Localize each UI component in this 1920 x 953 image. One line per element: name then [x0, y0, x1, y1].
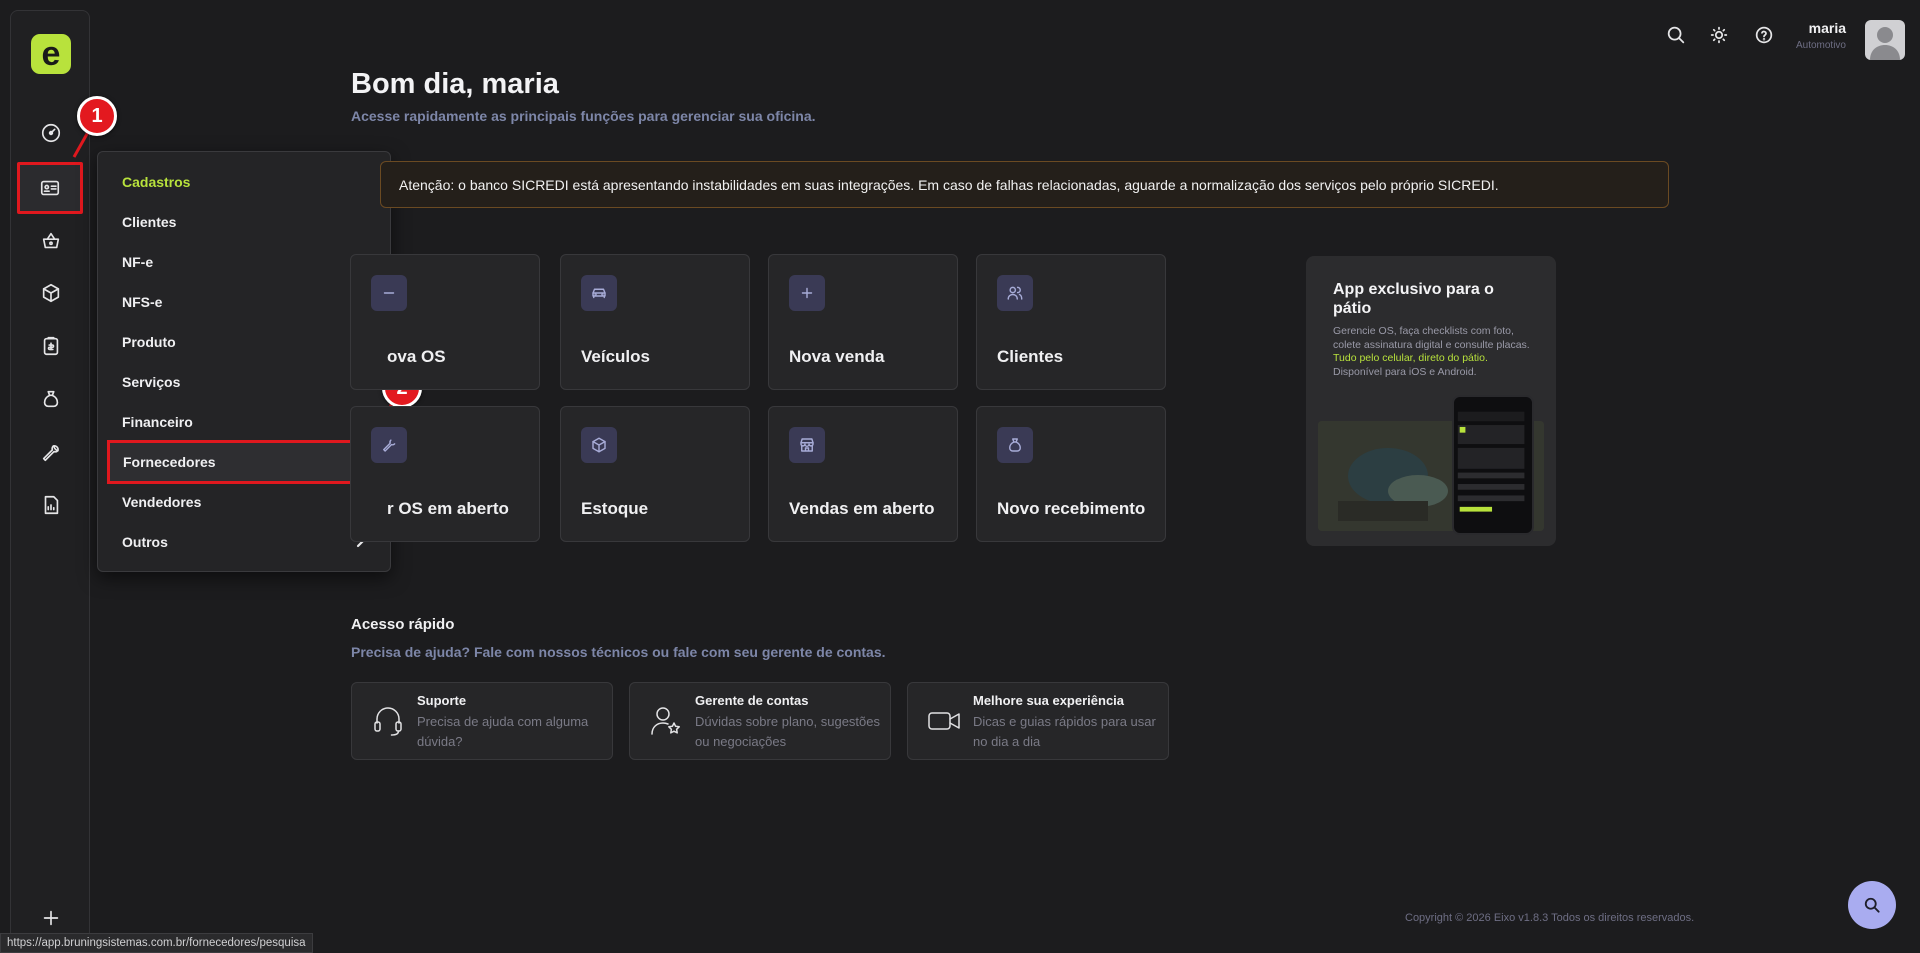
card-novo-recebimento[interactable]: Novo recebimento [976, 406, 1166, 542]
menu-item-nfse[interactable]: NFS-e [98, 282, 390, 322]
menu-item-financeiro[interactable]: Financeiro [98, 402, 390, 442]
basket-icon[interactable] [31, 221, 71, 261]
card-nova-venda[interactable]: Nova venda [768, 254, 958, 390]
dashboard-icon[interactable] [31, 113, 71, 153]
menu-item-outros[interactable]: Outros [98, 522, 390, 562]
menu-item-servicos[interactable]: Serviços [98, 362, 390, 402]
users-icon [997, 275, 1033, 311]
quick-access-experiencia[interactable]: Melhore sua experiência Dicas e guias rá… [907, 682, 1169, 760]
box-icon[interactable] [31, 273, 71, 313]
card-nova-os[interactable]: ova OS [350, 254, 540, 390]
footer-copyright: Copyright © 2026 Eixo v1.8.3 Todos os di… [1405, 912, 1695, 924]
step-badge-1: 1 [77, 96, 117, 136]
report-icon[interactable] [31, 485, 71, 525]
card-vendas-em-aberto[interactable]: Vendas em aberto [768, 406, 958, 542]
menu-item-produto[interactable]: Produto [98, 322, 390, 362]
menu-item-clientes[interactable]: Clientes [98, 202, 390, 242]
status-bar-url: https://app.bruningsistemas.com.br/forne… [0, 933, 313, 953]
user-name[interactable]: maria [1809, 20, 1846, 36]
registry-card-icon [40, 180, 60, 196]
menu-title: Cadastros [122, 174, 191, 190]
search-icon [1864, 897, 1880, 913]
menu-item-nfe[interactable]: NF-e [98, 242, 390, 282]
sidebar: e → [10, 10, 101, 943]
alert-banner: Atenção: o banco SICREDI está apresentan… [380, 161, 1669, 208]
cadastros-menu: Cadastros Clientes NF-e NFS-e Produto Se… [97, 151, 391, 572]
card-os-em-aberto[interactable]: r OS em aberto [350, 406, 540, 542]
store-icon [789, 427, 825, 463]
user-role: Automotivo [1795, 40, 1846, 51]
quick-access-suporte[interactable]: Suporte Precisa de ajuda com alguma dúvi… [351, 682, 613, 760]
card-veiculos[interactable]: Veículos [560, 254, 750, 390]
avatar[interactable] [1865, 20, 1905, 60]
wrench-icon[interactable] [31, 432, 71, 472]
menu-item-vendedores[interactable]: Vendedores [98, 482, 390, 522]
promo-title: App exclusivo para o pátio [1333, 281, 1494, 318]
theme-toggle-icon[interactable] [1708, 24, 1730, 46]
quick-access-gerente[interactable]: Gerente de contas Dúvidas sobre plano, s… [629, 682, 891, 760]
search-fab-button[interactable] [1848, 881, 1896, 929]
promo-text: Gerencie OS, faça checklists com foto, c… [1333, 325, 1530, 378]
promo-app-card[interactable]: App exclusivo para o pátio Gerencie OS, … [1306, 256, 1556, 546]
clipboard-icon[interactable] [31, 326, 71, 366]
user-avatar-icon [1870, 27, 1900, 60]
help-icon[interactable] [1753, 24, 1775, 46]
user-star-icon [648, 703, 684, 739]
plus-icon[interactable] [31, 898, 71, 938]
wrench-icon [371, 427, 407, 463]
minus-icon [371, 275, 407, 311]
search-icon[interactable] [1665, 24, 1687, 46]
headset-icon [370, 703, 406, 739]
sidebar-item-cadastros[interactable] [17, 162, 83, 214]
money-bag-icon [997, 427, 1033, 463]
box-icon [581, 427, 617, 463]
quick-access-title: Acesso rápido [351, 616, 455, 633]
video-icon [926, 703, 962, 739]
app-logo[interactable]: e [31, 34, 71, 74]
page-subtitle: Acesse rapidamente as principais funções… [351, 108, 816, 124]
card-estoque[interactable]: Estoque [560, 406, 750, 542]
menu-item-fornecedores[interactable]: Fornecedores [107, 440, 379, 484]
page-title: Bom dia, maria [351, 68, 559, 100]
bag-icon[interactable] [31, 379, 71, 419]
phone-mockup [1452, 395, 1534, 535]
plus-icon [789, 275, 825, 311]
quick-access-subtitle: Precisa de ajuda? Fale com nossos técnic… [351, 644, 886, 660]
card-clientes[interactable]: Clientes [976, 254, 1166, 390]
car-icon [581, 275, 617, 311]
